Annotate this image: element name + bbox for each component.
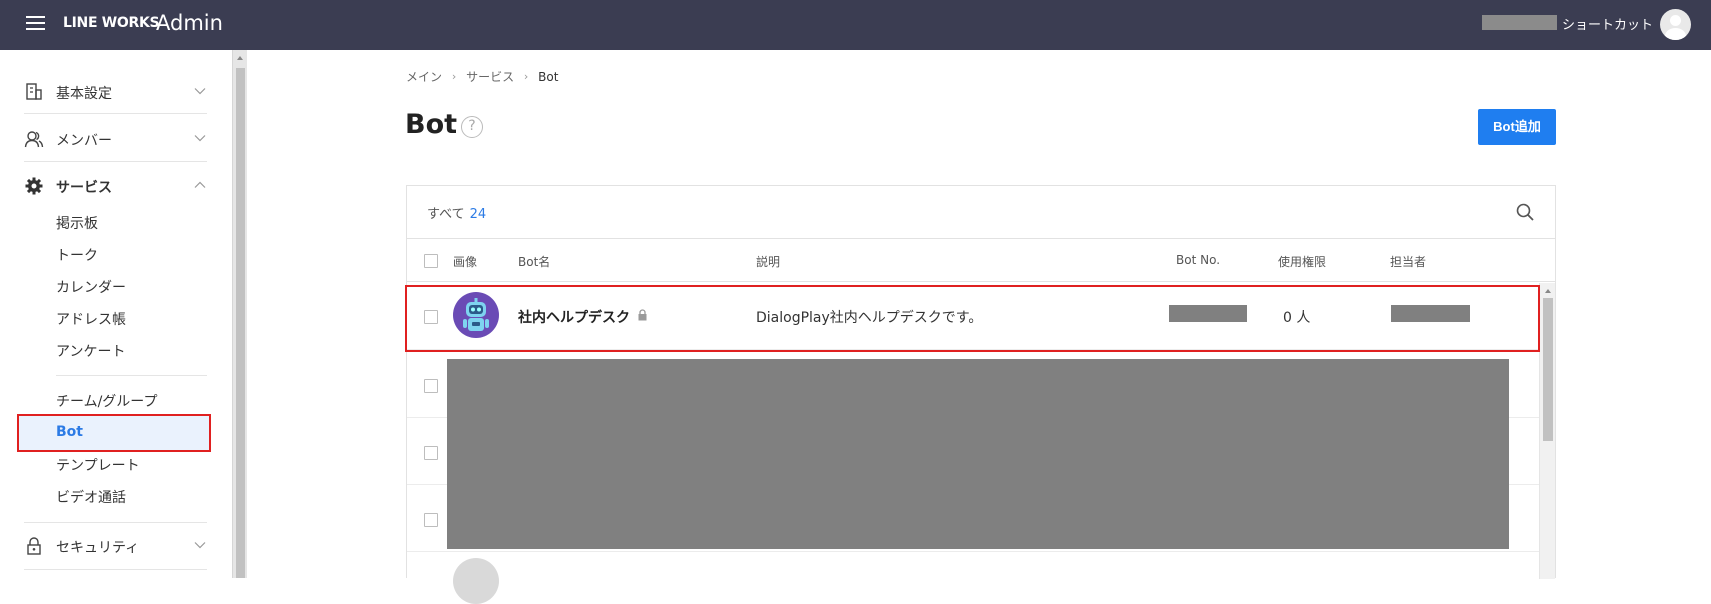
bot-list-panel: すべて 24 画像 Bot名 説明 Bot No. 使用権限 担当者 社内ヘルプ… bbox=[406, 185, 1556, 604]
lock-icon bbox=[638, 309, 647, 321]
sidebar-group-label: メンバー bbox=[56, 133, 112, 149]
filter-all-label: すべて bbox=[427, 207, 465, 222]
bot-description: DialogPlay社内ヘルプデスクです。 bbox=[756, 310, 983, 326]
sidebar-item-video-call[interactable]: ビデオ通話 bbox=[56, 487, 126, 507]
sidebar-item-bulletin-board[interactable]: 掲示板 bbox=[56, 213, 98, 233]
filter-count: 24 bbox=[469, 207, 487, 222]
sidebar-item-address-book[interactable]: アドレス帳 bbox=[56, 309, 126, 329]
column-header-image: 画像 bbox=[453, 255, 478, 269]
chevron-up-icon bbox=[194, 181, 206, 188]
add-bot-button[interactable]: Bot追加 bbox=[1478, 109, 1556, 145]
column-header-description: 説明 bbox=[756, 255, 781, 269]
sidebar-group-label: セキュリティ bbox=[56, 540, 140, 556]
breadcrumb-separator-icon: › bbox=[451, 70, 457, 83]
admin-logo-text: Admin bbox=[156, 11, 223, 35]
column-header-bot-no[interactable]: Bot No. bbox=[1176, 253, 1220, 267]
sidebar-item-bot[interactable]: Bot bbox=[56, 424, 83, 440]
sidebar-item-survey[interactable]: アンケート bbox=[56, 341, 125, 361]
sidebar-item-template[interactable]: テンプレート bbox=[56, 455, 140, 475]
sidebar-item-team-group[interactable]: チーム/グループ bbox=[56, 391, 157, 411]
divider bbox=[24, 161, 207, 162]
sidebar: 基本設定 メンバー サービス 掲示板 トーク カレンダー アドレス帳 アンケート… bbox=[0, 50, 232, 578]
select-all-checkbox[interactable] bbox=[424, 254, 438, 268]
column-header-bot-name[interactable]: Bot名 bbox=[518, 253, 550, 270]
filter-all[interactable]: すべて 24 bbox=[427, 203, 486, 222]
building-icon bbox=[26, 83, 42, 100]
divider bbox=[56, 375, 207, 376]
search-icon[interactable] bbox=[1515, 202, 1535, 222]
scroll-up-arrow[interactable] bbox=[1545, 289, 1551, 293]
sidebar-item-calendar[interactable]: カレンダー bbox=[56, 277, 126, 297]
divider bbox=[24, 569, 207, 570]
row-checkbox[interactable] bbox=[424, 446, 438, 460]
gear-icon bbox=[25, 177, 43, 195]
breadcrumb-separator-icon: › bbox=[523, 70, 529, 83]
column-header-permission[interactable]: 使用権限 bbox=[1278, 253, 1326, 270]
chevron-down-icon bbox=[194, 542, 206, 549]
scrollbar-thumb[interactable] bbox=[236, 68, 245, 578]
active-item-background bbox=[17, 414, 211, 452]
menu-icon[interactable] bbox=[26, 16, 45, 31]
divider bbox=[24, 113, 207, 114]
breadcrumb-main[interactable]: メイン bbox=[406, 68, 442, 85]
sidebar-group-services[interactable]: サービス bbox=[24, 163, 207, 209]
top-bar: LINE WORKS Admin ショートカット bbox=[0, 0, 1711, 50]
sidebar-group-basic-settings[interactable]: 基本設定 bbox=[24, 69, 207, 115]
chevron-down-icon bbox=[194, 88, 206, 95]
bot-name[interactable]: 社内ヘルプデスク bbox=[518, 307, 630, 327]
lineworks-logo: LINE WORKS bbox=[63, 15, 160, 31]
sidebar-item-talk[interactable]: トーク bbox=[56, 245, 98, 265]
breadcrumb-services[interactable]: サービス bbox=[466, 68, 514, 85]
redacted-user-name bbox=[1482, 15, 1557, 30]
sidebar-group-label: サービス bbox=[56, 180, 112, 196]
chevron-down-icon bbox=[194, 135, 206, 142]
table-scrollbar[interactable] bbox=[1539, 283, 1555, 579]
table-header: 画像 Bot名 説明 Bot No. 使用権限 担当者 bbox=[407, 238, 1555, 282]
sidebar-group-security[interactable]: セキュリティ bbox=[24, 523, 207, 569]
sidebar-scrollbar[interactable] bbox=[232, 50, 247, 578]
shortcut-link[interactable]: ショートカット bbox=[1562, 14, 1653, 33]
table-row[interactable]: 社内ヘルプデスク DialogPlay社内ヘルプデスクです。 0 人 bbox=[407, 283, 1539, 350]
redacted-rows-block bbox=[447, 359, 1509, 549]
scrollbar-thumb[interactable] bbox=[1543, 298, 1553, 441]
sidebar-group-members[interactable]: メンバー bbox=[24, 116, 207, 162]
bot-avatar-robot-icon bbox=[453, 292, 499, 338]
lock-icon bbox=[27, 537, 41, 555]
user-avatar[interactable] bbox=[1660, 9, 1691, 40]
page-title: Bot bbox=[405, 109, 458, 140]
scroll-up-arrow[interactable] bbox=[237, 56, 243, 60]
row-checkbox[interactable] bbox=[424, 310, 438, 324]
redacted-owner bbox=[1391, 305, 1470, 322]
members-icon bbox=[24, 131, 44, 148]
row-checkbox[interactable] bbox=[424, 379, 438, 393]
breadcrumb-current: Bot bbox=[538, 69, 559, 84]
bot-avatar bbox=[453, 558, 499, 604]
column-header-owner[interactable]: 担当者 bbox=[1390, 253, 1426, 270]
sidebar-group-label: 基本設定 bbox=[56, 86, 112, 102]
redacted-bot-no bbox=[1169, 305, 1247, 322]
bot-permission: 0 人 bbox=[1283, 310, 1311, 326]
help-icon[interactable]: ? bbox=[461, 116, 483, 138]
row-checkbox[interactable] bbox=[424, 513, 438, 527]
breadcrumb: メイン › サービス › Bot bbox=[406, 68, 558, 85]
